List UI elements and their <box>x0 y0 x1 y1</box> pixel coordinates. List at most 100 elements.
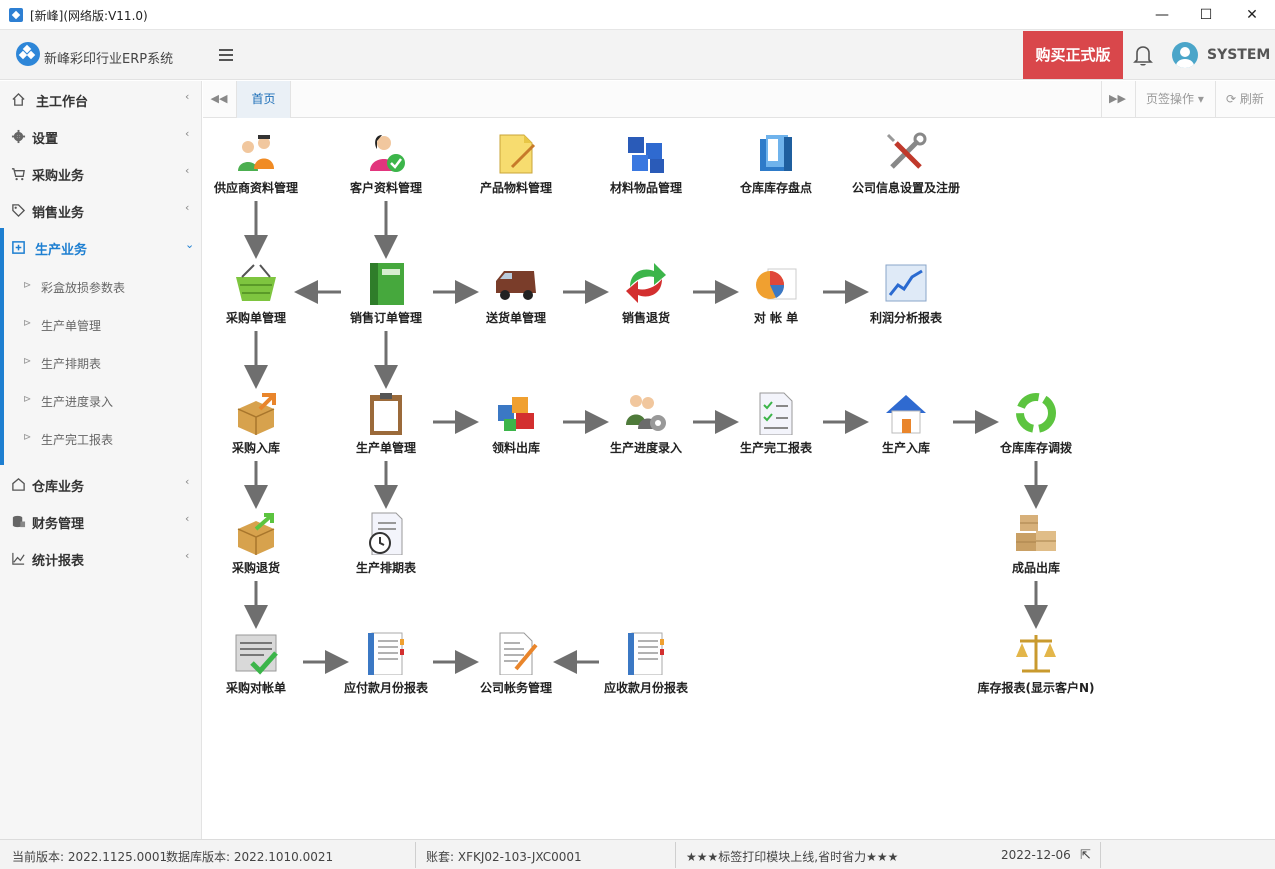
brand-name: 新峰彩印行业ERP系统 <box>44 52 174 67</box>
home-icon <box>12 92 25 106</box>
sidebar-item-sales[interactable]: 销售业务 ‹ <box>0 192 202 229</box>
node-purchase-order[interactable]: 采购单管理 <box>196 261 316 331</box>
user-name[interactable]: SYSTEM <box>1207 47 1270 63</box>
node-sales-order[interactable]: 销售订单管理 <box>326 261 446 331</box>
node-material-goods[interactable]: 材料物品管理 <box>586 131 706 201</box>
workflow-arrows <box>244 201 1048 674</box>
status-divider <box>675 842 676 868</box>
scales-icon <box>1016 635 1056 673</box>
cursor-icon: ⊳ <box>23 280 32 291</box>
box-in-icon <box>237 393 276 435</box>
chevron-down-icon: ⌄ <box>185 238 195 251</box>
node-purchase-return[interactable]: 采购退货 <box>196 511 316 581</box>
node-material-out[interactable]: 领料出库 <box>456 391 576 461</box>
caret-down-icon: ▾ <box>1197 92 1204 106</box>
chevron-left-icon: ‹ <box>185 201 190 214</box>
customer-icon <box>370 135 405 172</box>
binder-icon <box>760 135 792 171</box>
tab-home[interactable]: 首页 <box>236 81 291 118</box>
node-payables-report[interactable]: 应付款月份报表 <box>326 631 446 701</box>
node-production-stock-in[interactable]: 生产入库 <box>846 391 966 461</box>
app-logo-icon <box>9 8 23 22</box>
node-delivery-order[interactable]: 送货单管理 <box>456 261 576 331</box>
gear-icon <box>11 129 26 144</box>
node-inventory-report[interactable]: 库存报表(显示客户N) <box>976 631 1096 701</box>
cursor-icon: ⊳ <box>23 356 32 367</box>
title-bar: [新峰](网络版:V11.0) — ☐ ✕ <box>0 0 1275 30</box>
notice-text: ★★★标签打印模块上线,省时省力★★★ <box>686 850 899 864</box>
app-header: 新峰彩印行业ERP系统 购买正式版 SYSTEM <box>0 30 1275 80</box>
pointer-icon[interactable]: ⇱ <box>1080 848 1091 863</box>
node-progress-entry[interactable]: 生产进度录入 <box>586 391 706 461</box>
cart-icon <box>11 168 25 181</box>
document-pen-icon <box>499 632 538 675</box>
node-receivables-report[interactable]: 应收款月份报表 <box>586 631 706 701</box>
clipboard-icon <box>370 393 402 435</box>
node-company-accounts[interactable]: 公司帐务管理 <box>456 631 576 701</box>
tab-scroll-right-icon[interactable]: ▶▶ <box>1101 81 1133 117</box>
workflow-canvas: 供应商资料管理 客户资料管理 产品物料管理 材料物品管理 仓库库存盘点 公司信息… <box>203 119 1275 839</box>
sidebar-item-warehouse[interactable]: 仓库业务 ‹ <box>0 466 202 503</box>
sidebar-item-settings[interactable]: 设置 ‹ <box>0 118 202 155</box>
notebook-icon <box>368 632 404 675</box>
page-ops-menu[interactable]: 页签操作 ▾ <box>1135 81 1214 118</box>
tools-icon <box>886 132 927 169</box>
sidebar-item-production[interactable]: 生产业务 ⌄ <box>0 229 202 266</box>
node-purchase-stock-in[interactable]: 采购入库 <box>196 391 316 461</box>
node-completion-report[interactable]: 生产完工报表 <box>716 391 836 461</box>
subitem-production-schedule[interactable]: ⊳ 生产排期表 <box>0 343 202 381</box>
sidebar-item-finance[interactable]: 财务管理 ‹ <box>0 503 202 540</box>
close-button[interactable]: ✕ <box>1229 0 1275 30</box>
sidebar-item-purchase[interactable]: 采购业务 ‹ <box>0 155 202 192</box>
node-finished-goods-out[interactable]: 成品出库 <box>976 511 1096 581</box>
warehouse-icon <box>12 478 25 491</box>
sidebar: 主工作台 ‹ 设置 ‹ 采购业务 ‹ 销售业务 ‹ 生产业务 ⌄ ⊳ 彩盒放损参… <box>0 81 202 839</box>
house-icon <box>886 395 926 434</box>
node-company-settings[interactable]: 公司信息设置及注册 <box>846 131 966 201</box>
node-inventory-transfer[interactable]: 仓库库存调拨 <box>976 391 1096 461</box>
people-gear-icon <box>626 395 666 431</box>
subitem-progress-entry[interactable]: ⊳ 生产进度录入 <box>0 381 202 419</box>
subitem-production-orders[interactable]: ⊳ 生产单管理 <box>0 305 202 343</box>
return-arrows-icon <box>626 263 666 303</box>
node-inventory-count[interactable]: 仓库库存盘点 <box>716 131 836 201</box>
buy-full-version-button[interactable]: 购买正式版 <box>1023 31 1123 79</box>
chevron-left-icon: ‹ <box>185 549 190 562</box>
sidebar-item-workbench[interactable]: 主工作台 ‹ <box>0 81 202 118</box>
node-statement[interactable]: 对 帐 单 <box>716 261 836 331</box>
plus-square-icon <box>12 241 25 254</box>
chevron-left-icon: ‹ <box>185 475 190 488</box>
tab-scroll-left-icon[interactable]: ◀◀ <box>203 81 235 117</box>
pie-chart-icon <box>756 268 797 300</box>
chevron-left-icon: ‹ <box>185 512 190 525</box>
node-product-material[interactable]: 产品物料管理 <box>456 131 576 201</box>
bell-icon[interactable] <box>1131 43 1155 67</box>
node-profit-report[interactable]: 利润分析报表 <box>846 261 966 331</box>
subitem-box-loss-params[interactable]: ⊳ 彩盒放损参数表 <box>0 267 202 305</box>
database-icon <box>12 515 26 528</box>
refresh-icon: ⟳ <box>1226 92 1237 106</box>
avatar[interactable] <box>1172 42 1198 68</box>
subitem-completion-report[interactable]: ⊳ 生产完工报表 <box>0 419 202 457</box>
status-divider <box>415 842 416 868</box>
sidebar-item-reports[interactable]: 统计报表 ‹ <box>0 540 202 577</box>
node-production-schedule[interactable]: 生产排期表 <box>326 511 446 581</box>
node-purchase-statement[interactable]: 采购对帐单 <box>196 631 316 701</box>
basket-icon <box>236 264 276 301</box>
box-out-icon <box>237 513 275 555</box>
ledger-check-icon <box>235 634 278 675</box>
node-supplier-management[interactable]: 供应商资料管理 <box>196 131 316 201</box>
chevron-left-icon: ‹ <box>185 90 190 103</box>
menu-toggle-icon[interactable] <box>219 47 233 61</box>
chevron-left-icon: ‹ <box>185 127 190 140</box>
minimize-button[interactable]: — <box>1139 0 1185 30</box>
db-version: 数据库版本: 2022.1010.0021 <box>166 850 334 864</box>
refresh-button[interactable]: ⟳ 刷新 <box>1215 81 1274 118</box>
node-production-order[interactable]: 生产单管理 <box>326 391 446 461</box>
node-sales-return[interactable]: 销售退货 <box>586 261 706 331</box>
schedule-clock-icon <box>369 512 403 555</box>
node-customer-management[interactable]: 客户资料管理 <box>326 131 446 201</box>
maximize-button[interactable]: ☐ <box>1183 0 1229 30</box>
suppliers-icon <box>238 135 274 171</box>
checklist-icon <box>759 392 793 435</box>
